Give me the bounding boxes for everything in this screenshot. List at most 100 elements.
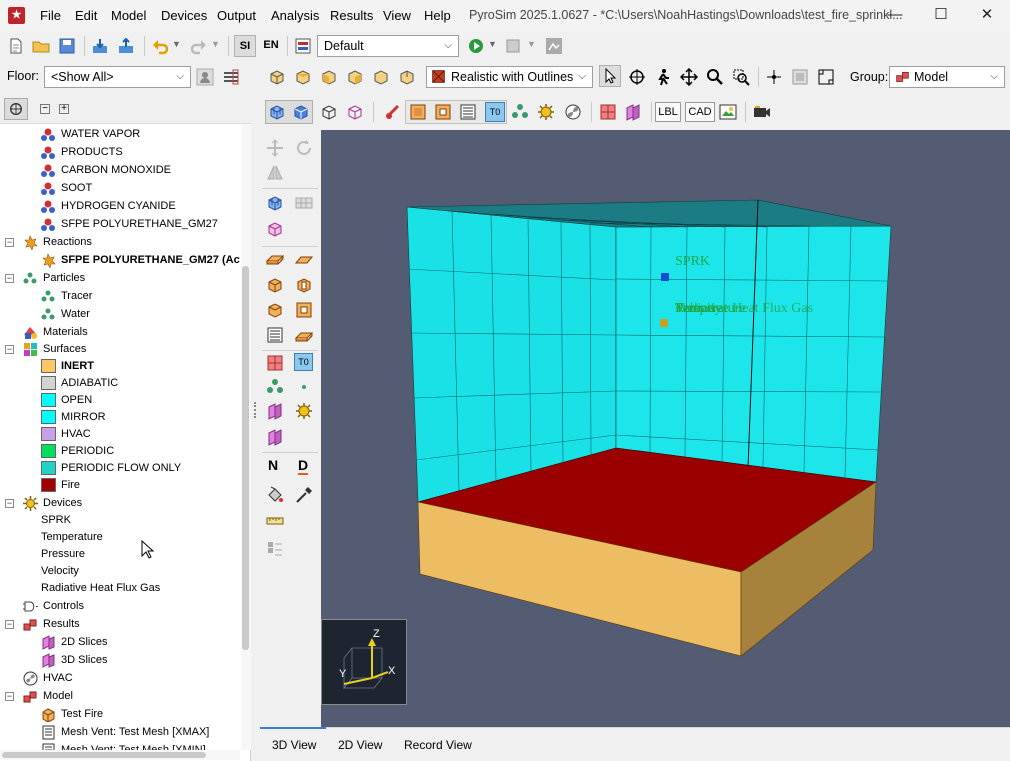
menu-devices[interactable]: Devices — [161, 8, 207, 23]
tree-item-surface[interactable]: INERT — [0, 358, 240, 375]
tree-item-species[interactable]: PRODUCTS — [0, 144, 240, 161]
import-icon[interactable] — [91, 37, 109, 55]
smokeview-icon[interactable] — [545, 37, 563, 55]
show-devices-icon[interactable] — [537, 103, 555, 121]
collapse-toggle[interactable]: − — [5, 499, 14, 508]
tree-item-species[interactable]: SOOT — [0, 180, 240, 197]
menu-help[interactable]: Help — [424, 8, 451, 23]
tree-item-particle[interactable]: Water — [0, 306, 240, 323]
north-arrow-button[interactable]: N — [268, 457, 278, 473]
menu-file[interactable]: File — [40, 8, 61, 23]
tab-2d-view[interactable]: 2D View — [338, 738, 382, 752]
draw-3d-slice-icon[interactable] — [266, 428, 284, 446]
tree-item-surface[interactable]: ADIABATIC — [0, 375, 240, 392]
view-left-icon[interactable] — [372, 68, 390, 86]
3d-viewport[interactable]: SPRK Temperature Pressure Velocity Radia… — [321, 130, 1010, 727]
save-icon[interactable] — [58, 37, 76, 55]
collapse-toggle[interactable]: − — [5, 238, 14, 247]
open-folder-icon[interactable] — [32, 37, 50, 55]
view-top-icon[interactable] — [294, 68, 312, 86]
panel-splitter[interactable] — [251, 94, 259, 761]
collapse-toggle[interactable]: − — [5, 620, 14, 629]
results-icon[interactable] — [505, 37, 523, 55]
view-front-icon[interactable] — [320, 68, 338, 86]
floor-select[interactable]: <Show All> ⌵ — [44, 66, 191, 88]
show-obstructions-icon[interactable] — [409, 103, 427, 121]
menu-edit[interactable]: Edit — [75, 8, 97, 23]
hide-geometry-icon[interactable] — [384, 103, 402, 121]
sprinkler-device-marker[interactable] — [661, 273, 669, 281]
tree-group-hvac[interactable]: HVAC — [0, 670, 240, 687]
tree-item-model[interactable]: Mesh Vent: Test Mesh [XMIN] — [0, 742, 240, 750]
tree-item-device[interactable]: Velocity — [0, 563, 240, 580]
undo-icon[interactable] — [151, 37, 169, 55]
units-en-button[interactable]: EN — [260, 35, 282, 57]
menu-model[interactable]: Model — [111, 8, 146, 23]
tree-group-materials[interactable]: Materials — [0, 324, 240, 341]
mirror-tool-icon[interactable] — [266, 164, 284, 182]
scene-canvas[interactable] — [321, 130, 1010, 727]
tab-3d-view[interactable]: 3D View — [272, 738, 316, 752]
expand-all-button[interactable]: + — [59, 104, 69, 114]
tree-item-result[interactable]: 3D Slices — [0, 652, 240, 669]
device-marker[interactable] — [660, 319, 668, 327]
collapse-all-button[interactable]: − — [40, 104, 50, 114]
draw-slab-icon[interactable] — [266, 251, 284, 269]
floor-stack-icon[interactable] — [222, 68, 240, 86]
render-mode-select[interactable]: Realistic with Outlines ⌵ — [426, 66, 593, 88]
reset-view-icon[interactable] — [765, 68, 783, 86]
draw-room-icon[interactable] — [266, 301, 284, 319]
draw-init-region-button[interactable]: T0 — [294, 353, 313, 371]
collapse-toggle[interactable]: − — [5, 274, 14, 283]
tree-item-surface[interactable]: PERIODIC — [0, 443, 240, 460]
tree-item-model[interactable]: Mesh Vent: Test Mesh [XMAX] — [0, 724, 240, 741]
view-right-icon[interactable] — [398, 68, 416, 86]
show-image-icon[interactable] — [719, 103, 737, 121]
collapse-toggle[interactable]: − — [5, 692, 14, 701]
tree-item-particle[interactable]: Tracer — [0, 288, 240, 305]
scenario-icon[interactable] — [294, 37, 312, 55]
draw-particles-icon[interactable] — [266, 378, 284, 396]
splitter-grip[interactable] — [254, 402, 256, 418]
menu-results[interactable]: Results — [330, 8, 373, 23]
tree-group-controls[interactable]: Controls — [0, 598, 240, 615]
measure-tool-icon[interactable] — [266, 512, 284, 530]
collapse-toggle[interactable]: − — [5, 345, 14, 354]
tree-group-devices[interactable]: − Devices — [0, 495, 240, 512]
draw-vent-grill-icon[interactable] — [266, 326, 284, 344]
menu-view[interactable]: View — [383, 8, 411, 23]
translate-tool-icon[interactable] — [266, 139, 284, 157]
show-mesh-icon[interactable] — [268, 103, 286, 121]
show-init-regions-button[interactable]: T0 — [485, 102, 505, 122]
show-outline-icon[interactable] — [320, 103, 338, 121]
tree-item-device[interactable]: Temperature — [0, 529, 240, 546]
run-simulation-icon[interactable] — [467, 37, 485, 55]
tree-group-model[interactable]: − Model — [0, 688, 240, 705]
scrollbar-thumb[interactable] — [2, 752, 206, 758]
draw-vent-icon[interactable] — [295, 251, 313, 269]
new-mesh-icon[interactable] — [266, 194, 284, 212]
tree-item-surface[interactable]: MIRROR — [0, 409, 240, 426]
tree-item-device[interactable]: Pressure — [0, 546, 240, 563]
tree-group-reactions[interactable]: − Reactions — [0, 234, 240, 251]
mesh-region-icon[interactable] — [266, 220, 284, 238]
draw-wall-icon[interactable] — [295, 276, 313, 294]
minimize-button[interactable]: — — [872, 0, 918, 32]
close-button[interactable]: ✕ — [964, 0, 1010, 32]
wall-right[interactable] — [615, 225, 892, 483]
tree-item-species[interactable]: HYDROGEN CYANIDE — [0, 198, 240, 215]
show-hvac-icon[interactable] — [564, 103, 582, 121]
tree-item-device[interactable]: SPRK — [0, 512, 240, 529]
scrollbar-thumb[interactable] — [242, 266, 249, 650]
tree-item-model[interactable]: Test Fire — [0, 706, 240, 723]
tree-group-results[interactable]: − Results — [0, 616, 240, 633]
rotate-tool-icon[interactable] — [295, 139, 313, 157]
show-vents-icon[interactable] — [459, 103, 477, 121]
pan-icon[interactable] — [680, 68, 698, 86]
view-iso-icon[interactable] — [268, 68, 286, 86]
tree-item-device[interactable]: Radiative Heat Flux Gas — [0, 580, 240, 597]
toggle-labels-button[interactable]: LBL — [655, 102, 681, 122]
tree-item-reaction[interactable]: SFPE POLYURETHANE_GM27 (Acti — [0, 252, 240, 269]
redo-icon[interactable] — [190, 37, 208, 55]
tree-item-species[interactable]: CARBON MONOXIDE — [0, 162, 240, 179]
